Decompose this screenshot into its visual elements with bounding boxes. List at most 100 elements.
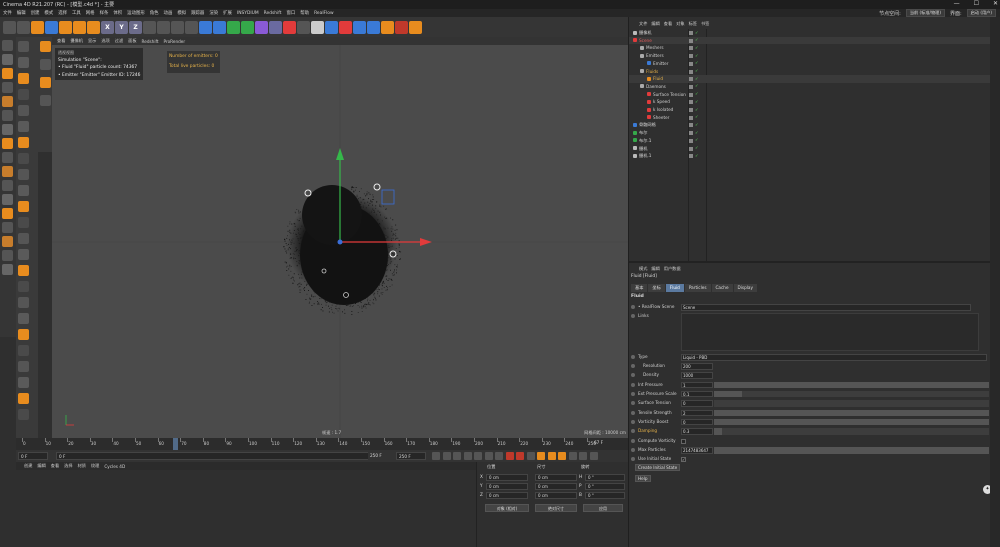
menu-item[interactable]: Redshift xyxy=(264,11,282,16)
palette-tool-icon[interactable] xyxy=(18,377,29,388)
object-row[interactable]: Surface Tension ✓ xyxy=(629,91,990,99)
enable-check-icon[interactable]: ✓ xyxy=(695,38,699,42)
viewport-canvas[interactable] xyxy=(52,45,628,438)
palette-tool-icon[interactable] xyxy=(2,264,13,275)
palette-tool-icon[interactable] xyxy=(2,250,13,261)
rotation-field[interactable]: 0 ° xyxy=(585,474,625,481)
param-slider[interactable] xyxy=(714,418,989,426)
object-row[interactable]: 布尔 ✓ xyxy=(629,129,990,137)
viewport-menu-item[interactable]: 面板 xyxy=(128,38,136,44)
object-row[interactable]: k Isolated ✓ xyxy=(629,106,990,114)
object-menu-item[interactable]: 文件 xyxy=(639,21,647,27)
fluid-icon[interactable] xyxy=(325,20,338,34)
palette-tool-icon[interactable] xyxy=(18,249,29,260)
redshift-icon[interactable] xyxy=(395,20,408,34)
menu-item[interactable]: INSYDIUM xyxy=(237,11,259,16)
menu-item[interactable]: 动画 xyxy=(164,10,173,16)
z-axis-icon[interactable]: Z xyxy=(129,20,142,34)
param-value-field[interactable]: 0.1 xyxy=(681,390,713,398)
palette-tool-icon[interactable] xyxy=(18,73,29,84)
param-slider[interactable] xyxy=(714,400,989,407)
attribute-tab[interactable]: Cache xyxy=(711,284,733,292)
visibility-icon[interactable] xyxy=(689,69,693,74)
rotation-field[interactable]: 0 ° xyxy=(585,492,625,499)
enable-check-icon[interactable]: ✓ xyxy=(695,91,699,96)
attribute-tab[interactable]: Fluid xyxy=(665,284,684,292)
rotation-key-icon[interactable] xyxy=(547,452,556,460)
viewport[interactable]: 透视视图 Simulation "Scene": • Fluid "Fluid"… xyxy=(52,45,628,438)
object-menu-item[interactable]: 标签 xyxy=(689,21,697,27)
cube-icon[interactable] xyxy=(199,20,212,34)
preview-range-field[interactable]: 0 F xyxy=(56,452,374,460)
param-value-field[interactable]: 0.3 xyxy=(681,428,713,435)
param-value-field[interactable]: 1 xyxy=(681,381,713,389)
go-start-icon[interactable] xyxy=(432,452,440,460)
palette-tool-icon[interactable] xyxy=(2,54,13,65)
scale-key-icon[interactable] xyxy=(558,452,566,460)
enable-check-icon[interactable]: ✓ xyxy=(695,99,699,104)
close-icon[interactable]: ✕ xyxy=(993,0,998,7)
camera-icon[interactable] xyxy=(297,20,310,34)
palette-tool-icon[interactable] xyxy=(2,166,13,177)
palette-tool-icon[interactable] xyxy=(18,233,29,244)
attribute-tab[interactable]: 坐标 xyxy=(648,284,665,292)
visibility-icon[interactable] xyxy=(689,46,693,51)
menu-item[interactable]: 角色 xyxy=(150,10,159,16)
object-row[interactable]: 摄像机 ✓ xyxy=(629,29,990,37)
palette-tool-icon[interactable] xyxy=(2,194,13,205)
position-key-icon[interactable] xyxy=(537,452,545,460)
prev-key-icon[interactable] xyxy=(442,452,451,460)
x-axis-arrow-icon[interactable] xyxy=(420,238,432,246)
visibility-icon[interactable] xyxy=(689,115,693,120)
play-icon[interactable] xyxy=(463,452,472,460)
object-row[interactable]: Fluids ✓ xyxy=(629,68,990,76)
recent-tool-icon[interactable] xyxy=(87,20,100,34)
object-row[interactable]: Emitter ✓ xyxy=(629,60,990,68)
viewport-menu-item[interactable]: 显示 xyxy=(88,38,96,44)
redo-icon[interactable] xyxy=(17,20,30,34)
palette-tool-icon[interactable] xyxy=(2,40,13,51)
scene-link-field[interactable]: Scene xyxy=(681,304,971,311)
visibility-icon[interactable] xyxy=(689,100,693,105)
palette-tool-icon[interactable] xyxy=(2,82,13,93)
render-view-icon[interactable] xyxy=(157,20,170,34)
enable-check-icon[interactable]: ✓ xyxy=(695,130,699,135)
palette-tool-icon[interactable] xyxy=(2,222,13,233)
visibility-icon[interactable] xyxy=(689,31,693,35)
attribute-menu-item[interactable]: 用户数据 xyxy=(664,266,681,272)
field-icon[interactable] xyxy=(269,20,282,34)
palette-tool-icon[interactable] xyxy=(18,41,29,52)
layout-select[interactable]: 启动 (用户) xyxy=(966,9,996,17)
subdivision-icon[interactable] xyxy=(227,20,240,34)
enable-check-icon[interactable]: ✓ xyxy=(695,30,699,35)
menu-item[interactable]: 样条 xyxy=(100,10,109,16)
enable-check-icon[interactable]: ✓ xyxy=(695,61,699,65)
visibility-icon[interactable] xyxy=(689,146,693,151)
palette-tool-icon[interactable] xyxy=(2,110,13,121)
object-row[interactable]: 布尔.1 ✓ xyxy=(629,137,990,145)
coord-mode-select[interactable]: 对象 (相对) xyxy=(485,504,529,512)
coordinate-system-icon[interactable] xyxy=(143,20,156,34)
param-slider[interactable] xyxy=(714,428,989,435)
rotation-field[interactable]: 0 ° xyxy=(585,483,625,490)
render-picture-viewer-icon[interactable] xyxy=(171,20,184,34)
attribute-menu-item[interactable]: 模式 xyxy=(639,266,647,272)
enable-check-icon[interactable]: ✓ xyxy=(695,84,699,88)
menu-item[interactable]: 网格 xyxy=(86,10,95,16)
palette-tool-icon[interactable] xyxy=(2,152,13,163)
visibility-icon[interactable] xyxy=(689,38,693,43)
palette-tool-icon[interactable] xyxy=(18,313,29,324)
enable-check-icon[interactable]: ✓ xyxy=(695,45,699,50)
viewport-menu-item[interactable]: 查看 xyxy=(57,38,65,44)
cloner-icon[interactable] xyxy=(241,20,254,34)
record-icon[interactable] xyxy=(505,452,514,460)
size-field[interactable]: 0 cm xyxy=(535,474,577,481)
palette-tool-icon[interactable] xyxy=(2,96,13,107)
palette-tool-icon[interactable] xyxy=(18,169,29,180)
y-axis-arrow-icon[interactable] xyxy=(336,148,344,160)
scale-icon[interactable] xyxy=(59,20,72,34)
autokey-icon[interactable] xyxy=(516,452,524,460)
keyframe-icon[interactable] xyxy=(526,452,535,460)
prev-frame-icon[interactable] xyxy=(453,452,461,460)
motion-icon[interactable] xyxy=(589,452,598,460)
